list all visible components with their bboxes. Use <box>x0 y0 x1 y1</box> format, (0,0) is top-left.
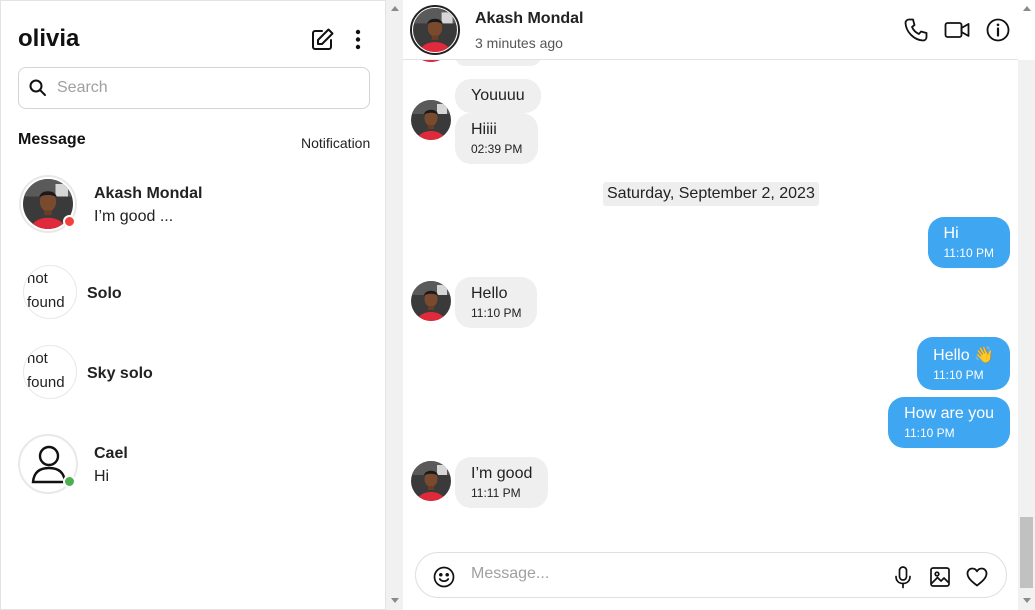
message-time: 02:39 PM <box>471 142 523 156</box>
message-bubble-incoming: Youuuu <box>455 79 541 113</box>
conversation-item-cael[interactable]: Cael Hi <box>1 425 385 505</box>
phone-icon[interactable] <box>903 17 929 43</box>
status-dot <box>63 215 76 228</box>
scroll-down-arrow[interactable] <box>1023 598 1031 603</box>
avatar <box>411 60 451 62</box>
message-time: 11:10 PM <box>904 426 955 440</box>
message-bubble-incoming: Hello 11:10 PM <box>455 277 538 328</box>
message-text: How are you <box>904 405 994 422</box>
more-vertical-icon[interactable] <box>347 27 369 53</box>
smiley-icon[interactable] <box>432 565 456 589</box>
message-thread[interactable]: Youuuu Hiiii 02:39 PM Saturday, Septembe… <box>403 60 1018 550</box>
message-bubble-partial <box>455 60 541 66</box>
message-bubble-incoming: I’m good 11:11 PM <box>455 457 549 508</box>
edit-square-icon[interactable] <box>309 27 335 53</box>
avatar[interactable] <box>410 5 460 55</box>
message-bubble-outgoing: How are you 11:10 PM <box>888 397 1010 448</box>
chat-scrollbar[interactable] <box>1018 6 1035 610</box>
heart-icon[interactable] <box>965 565 989 589</box>
message-text: I’m good <box>471 465 533 482</box>
conversation-name: Solo <box>87 285 122 302</box>
microphone-icon[interactable] <box>891 565 915 589</box>
conversation-sidebar: olivia Message Notification <box>0 0 386 610</box>
conversation-name: Cael <box>94 445 128 462</box>
image-icon[interactable] <box>928 565 952 589</box>
message-composer <box>415 552 1007 598</box>
scroll-up-arrow[interactable] <box>391 6 399 11</box>
search-box <box>18 67 370 109</box>
last-seen-status: 3 minutes ago <box>475 35 563 51</box>
avatar-broken-image: not found <box>23 265 77 319</box>
avatar-broken-image: not found <box>23 345 77 399</box>
conversation-item-sky-solo[interactable]: not found Sky solo <box>1 333 385 413</box>
conversation-item-solo[interactable]: not found Solo <box>1 253 385 333</box>
message-input[interactable] <box>471 565 871 583</box>
messenger-app: olivia Message Notification <box>0 0 1035 610</box>
avatar <box>411 461 451 501</box>
message-time: 11:10 PM <box>471 306 522 320</box>
date-separator: Saturday, September 2, 2023 <box>603 182 819 206</box>
conversation-name: Sky solo <box>87 365 153 382</box>
video-camera-icon[interactable] <box>944 17 970 43</box>
broken-image-alt: not found <box>27 350 65 391</box>
message-time: 11:11 PM <box>471 486 521 500</box>
message-bubble-incoming: Hiiii 02:39 PM <box>455 113 539 164</box>
contact-name[interactable]: Akash Mondal <box>475 10 583 28</box>
message-text: Youuuu <box>471 87 525 104</box>
tab-message[interactable]: Message <box>18 131 86 149</box>
message-bubble-outgoing: Hi 11:10 PM <box>927 217 1010 268</box>
conversation-name: Akash Mondal <box>94 185 203 202</box>
account-username: olivia <box>18 25 80 52</box>
message-text: Hiiii <box>471 121 497 138</box>
message-time: 11:10 PM <box>933 368 984 382</box>
sidebar-scrollbar[interactable] <box>386 0 403 610</box>
info-icon[interactable] <box>985 17 1011 43</box>
conversation-item-akash-mondal[interactable]: Akash Mondal I’m good ... <box>1 169 385 249</box>
message-text: Hello <box>471 285 508 302</box>
avatar <box>411 100 451 140</box>
message-time: 11:10 PM <box>943 246 994 260</box>
search-icon <box>29 79 46 96</box>
search-input[interactable] <box>57 79 357 97</box>
avatar <box>411 281 451 321</box>
tab-notification[interactable]: Notification <box>301 135 370 151</box>
scroll-down-arrow[interactable] <box>391 598 399 603</box>
conversation-preview: Hi <box>94 468 110 485</box>
message-text: Hi <box>943 225 959 242</box>
scroll-thumb[interactable] <box>1020 517 1033 588</box>
scroll-up-arrow[interactable] <box>1023 6 1031 11</box>
message-text: Hello 👋 <box>933 347 994 364</box>
broken-image-alt: not found <box>27 270 65 311</box>
chat-header: Akash Mondal 3 minutes ago <box>403 0 1018 60</box>
conversation-preview: I’m good ... <box>94 208 174 225</box>
status-dot <box>63 475 76 488</box>
message-bubble-outgoing: Hello 👋 11:10 PM <box>917 337 1010 390</box>
